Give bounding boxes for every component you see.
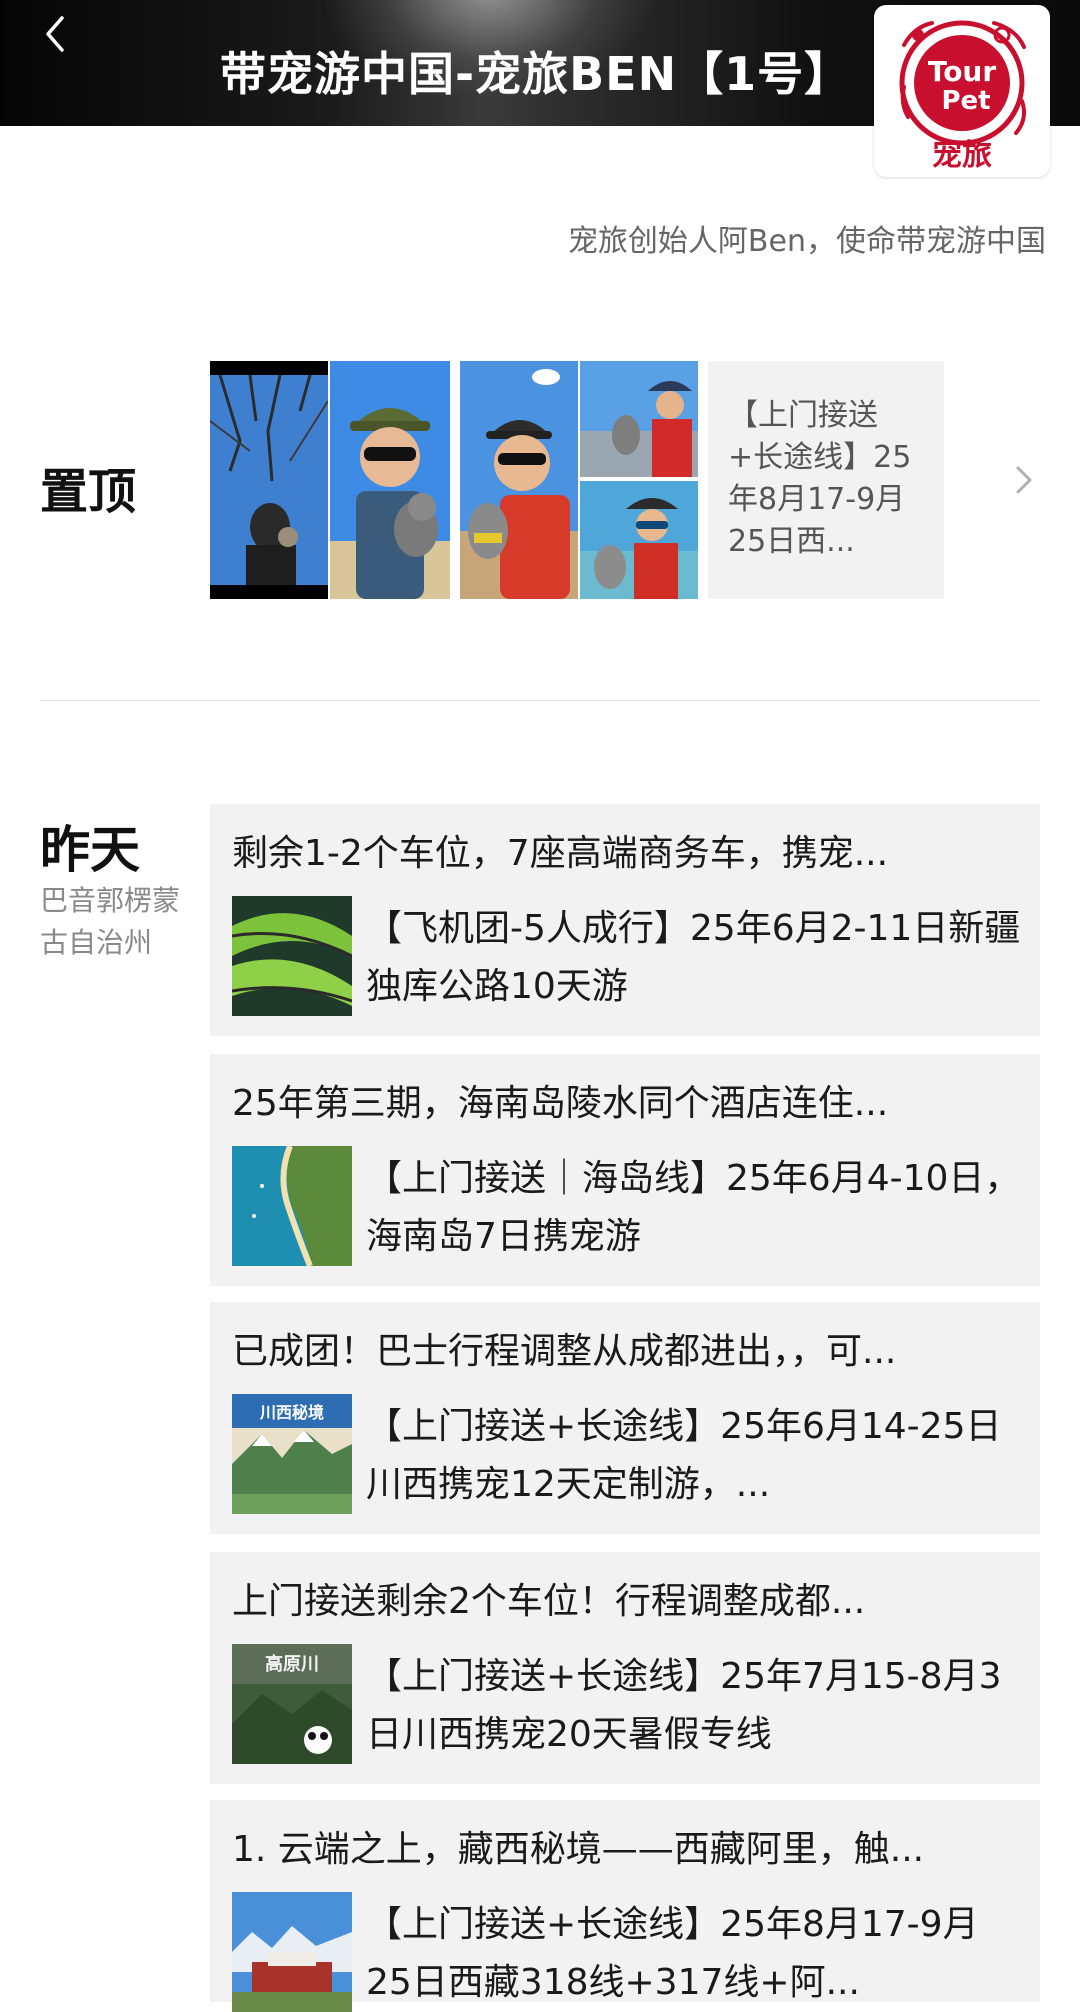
pinned-photo-4	[580, 361, 698, 477]
account-avatar[interactable]: Tour Pet 宠旅	[874, 5, 1050, 177]
feed-card-thumbnail: 川西秘境	[232, 1394, 352, 1514]
feed-location: 巴音郭楞蒙古自治州	[40, 884, 181, 959]
feed-card-thumbnail	[232, 896, 352, 1016]
feed-card[interactable]: 25年第三期，海南岛陵水同个酒店连住... 【上门接送｜海岛线】25年6月4-1…	[210, 1054, 1040, 1286]
pinned-photo-3	[460, 361, 578, 599]
feed-card-article-title: 【上门接送+长途线】25年7月15-8月3日川西携宠20天暑假专线	[366, 1656, 1002, 1755]
feed-card-thumbnail	[232, 1146, 352, 1266]
svg-text:Tour: Tour	[928, 55, 997, 88]
feed-card[interactable]: 已成团！巴士行程调整从成都进出，，可... 川西秘境 【上门接送+长途线】25年…	[210, 1302, 1040, 1534]
account-description: 宠旅创始人阿Ben，使命带宠游中国	[567, 224, 1046, 259]
svg-text:宠旅: 宠旅	[932, 138, 992, 173]
feed-card-article-title: 【上门接送｜海岛线】25年6月4-10日，海南岛7日携宠游	[366, 1158, 1021, 1257]
pinned-label: 置顶	[40, 464, 137, 520]
feed-card[interactable]: 上门接送剩余2个车位！行程调整成都... 高原川 【上门接送+长途线】25年7月…	[210, 1552, 1040, 1784]
chevron-left-icon[interactable]	[36, 12, 80, 56]
feed-card-headline: 上门接送剩余2个车位！行程调整成都...	[232, 1581, 866, 1622]
feed-card-headline: 25年第三期，海南岛陵水同个酒店连住...	[232, 1083, 889, 1124]
feed-card-article-title: 【上门接送+长途线】25年8月17-9月25日西藏318线+317线+阿...	[366, 1904, 979, 2003]
pinned-photo-5	[580, 481, 698, 599]
feed-date-label: 昨天	[40, 821, 140, 879]
svg-text:高原川: 高原川	[265, 1653, 319, 1675]
feed-card-thumbnail: 高原川	[232, 1644, 352, 1764]
feed-card-headline: 1. 云端之上，藏西秘境——西藏阿里，触...	[232, 1829, 925, 1870]
svg-text:川西秘境: 川西秘境	[259, 1403, 324, 1422]
pinned-article-title[interactable]: 【上门接送+长途线】25年8月17-9月25日西...	[708, 361, 944, 599]
pinned-photo-2	[330, 361, 450, 599]
section-divider	[40, 700, 1040, 701]
chevron-right-icon[interactable]	[1010, 462, 1038, 498]
feed-card-headline: 剩余1-2个车位，7座高端商务车，携宠...	[232, 833, 889, 874]
tourpet-logo-icon: Tour Pet 宠旅	[899, 20, 1026, 173]
pinned-photo-1	[210, 361, 328, 599]
svg-text:Pet: Pet	[941, 86, 990, 116]
feed-card-article-title: 【上门接送+长途线】25年6月14-25日川西携宠12天定制游，...	[366, 1406, 1002, 1505]
feed-card-headline: 已成团！巴士行程调整从成都进出，，可...	[232, 1331, 897, 1372]
account-title: 带宠游中国-宠旅BEN【1号】	[220, 47, 852, 101]
feed-card-thumbnail	[232, 1892, 352, 2012]
feed-card[interactable]: 剩余1-2个车位，7座高端商务车，携宠... 【飞机团-5人成行】25年6月2-…	[210, 804, 1040, 1036]
feed-card-article-title: 【飞机团-5人成行】25年6月2-11日新疆独库公路10天游	[366, 908, 1021, 1007]
feed-card[interactable]: 1. 云端之上，藏西秘境——西藏阿里，触... 【上门接送+长途线】25年8月1…	[210, 1800, 1040, 2012]
